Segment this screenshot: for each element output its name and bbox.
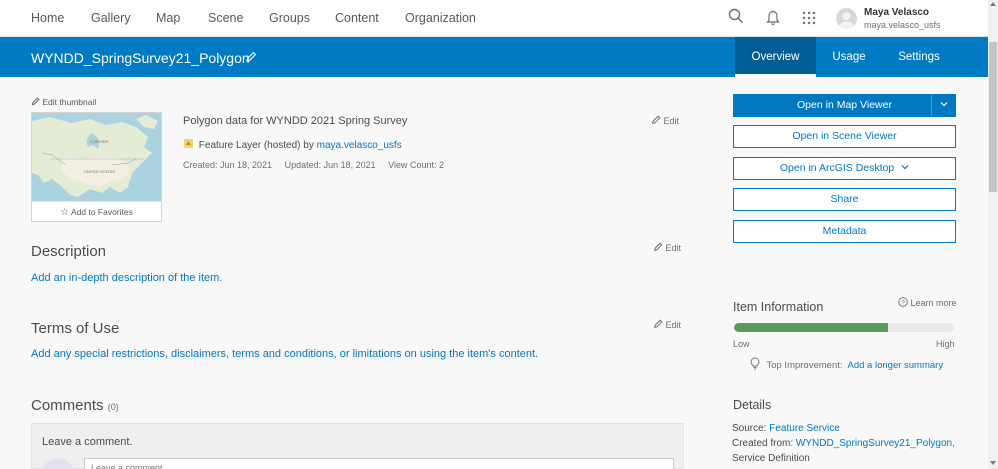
- nav-scene[interactable]: Scene: [208, 11, 243, 25]
- edit-label: Edit: [665, 320, 682, 330]
- description-heading: Description: [31, 243, 107, 260]
- map-viewer-dropdown-button[interactable]: [931, 95, 955, 116]
- details-heading: Details: [733, 398, 772, 412]
- comment-box: Leave a comment.: [31, 423, 684, 469]
- search-icon[interactable]: [728, 8, 744, 27]
- nav-home[interactable]: Home: [31, 11, 64, 25]
- scroll-down-arrow-icon[interactable]: [990, 461, 996, 465]
- created-date: Created: Jun 18, 2021: [183, 160, 273, 170]
- svg-text:CANADA: CANADA: [90, 139, 109, 144]
- learn-more-label: Learn more: [910, 298, 957, 308]
- add-to-favorites-label: Add to Favorites: [70, 207, 133, 217]
- item-information-meter-fill: [734, 323, 888, 332]
- source-label: Source:: [732, 423, 770, 434]
- learn-more-link[interactable]: ? Learn more: [898, 297, 957, 308]
- top-improvement-label: Top Improvement:: [766, 360, 843, 371]
- item-type-line: Feature Layer (hosted) by maya.velasco_u…: [183, 138, 402, 151]
- nav-map[interactable]: Map: [156, 11, 180, 25]
- pencil-icon: [654, 242, 663, 251]
- page-scrollbar[interactable]: [988, 0, 998, 469]
- open-in-map-viewer-button[interactable]: Open in Map Viewer: [733, 94, 956, 117]
- open-map-viewer-label: Open in Map Viewer: [797, 99, 892, 111]
- app-launcher-icon[interactable]: [802, 11, 816, 28]
- item-summary: Polygon data for WYNDD 2021 Spring Surve…: [183, 115, 408, 127]
- add-longer-summary-link[interactable]: Add a longer summary: [848, 360, 944, 371]
- chevron-down-icon: [940, 102, 947, 107]
- source-link[interactable]: Feature Service: [769, 423, 840, 434]
- chevron-down-icon: [901, 165, 909, 170]
- edit-terms-button[interactable]: Edit: [653, 319, 681, 330]
- detail-service-definition: Service Definition: [732, 453, 810, 464]
- item-dates: Created: Jun 18, 2021 Updated: Jun 18, 2…: [183, 160, 444, 170]
- help-circle-icon: ?: [898, 297, 908, 307]
- commenter-avatar: [42, 458, 74, 469]
- top-improvement: Top Improvement: Add a longer summary: [750, 357, 943, 371]
- metadata-button[interactable]: Metadata: [733, 220, 956, 243]
- add-description-link[interactable]: Add an in-depth description of the item.: [31, 272, 222, 284]
- detail-source: Source: Feature Service: [732, 423, 840, 434]
- user-handle: maya.velasco_usfs: [864, 20, 941, 30]
- top-navigation: Home Gallery Map Scene Groups Content Or…: [0, 0, 988, 37]
- thumbnail-map-image: CANADA UNITED STATES: [32, 113, 161, 201]
- svg-text:?: ?: [901, 299, 905, 306]
- created-from-label: Created from:: [732, 438, 796, 449]
- item-information-heading: Item Information: [733, 300, 824, 314]
- pencil-icon: [652, 115, 661, 124]
- terms-heading: Terms of Use: [31, 320, 120, 337]
- updated-date: Updated: Jun 18, 2021: [284, 160, 376, 170]
- user-avatar[interactable]: [836, 8, 857, 29]
- share-button[interactable]: Share: [733, 188, 956, 211]
- pencil-icon: [31, 97, 40, 106]
- tab-overview[interactable]: Overview: [735, 37, 816, 77]
- tab-settings[interactable]: Settings: [882, 37, 956, 77]
- scroll-up-arrow-icon[interactable]: [990, 2, 996, 6]
- item-thumbnail: CANADA UNITED STATES ☆ Add to Favorites: [31, 112, 162, 222]
- pencil-icon: [654, 319, 663, 328]
- edit-description-button[interactable]: Edit: [653, 242, 681, 253]
- comments-heading: Comments (0): [31, 397, 119, 414]
- nav-content[interactable]: Content: [335, 11, 379, 25]
- add-to-favorites-button[interactable]: ☆ Add to Favorites: [32, 201, 161, 221]
- detail-created-from: Created from: WYNDD_SpringSurvey21_Polyg…: [732, 438, 955, 449]
- open-in-arcgis-desktop-button[interactable]: Open in ArcGIS Desktop: [733, 157, 956, 180]
- owner-link[interactable]: maya.velasco_usfs: [317, 140, 402, 151]
- comment-count: (0): [107, 402, 119, 412]
- edit-thumbnail-link[interactable]: Edit thumbnail: [31, 97, 96, 107]
- meter-high-label: High: [936, 339, 955, 349]
- edit-label: Edit: [663, 116, 680, 126]
- leave-comment-label: Leave a comment.: [42, 436, 133, 448]
- feature-layer-icon: [184, 139, 193, 148]
- created-from-link[interactable]: WYNDD_SpringSurvey21_Polygon,: [796, 438, 955, 449]
- edit-thumbnail-label: Edit thumbnail: [42, 97, 97, 107]
- star-icon: ☆: [60, 207, 70, 218]
- nav-groups[interactable]: Groups: [269, 11, 310, 25]
- edit-label: Edit: [665, 243, 682, 253]
- item-title: WYNDD_SpringSurvey21_Polygon: [31, 50, 250, 66]
- edit-summary-button[interactable]: Edit: [651, 115, 679, 126]
- tab-usage[interactable]: Usage: [816, 37, 882, 77]
- bell-icon[interactable]: [766, 10, 780, 29]
- item-type-label: Feature Layer (hosted) by: [198, 140, 317, 151]
- item-title-bar: WYNDD_SpringSurvey21_Polygon Overview Us…: [0, 37, 988, 77]
- lightbulb-icon: [750, 357, 760, 370]
- meter-low-label: Low: [733, 339, 750, 349]
- scroll-thumb[interactable]: [989, 42, 997, 192]
- nav-gallery[interactable]: Gallery: [91, 11, 131, 25]
- item-information-meter: [734, 323, 954, 332]
- view-count: View Count: 2: [388, 160, 445, 170]
- comments-title: Comments: [31, 397, 104, 414]
- svg-text:UNITED STATES: UNITED STATES: [84, 169, 115, 174]
- user-name[interactable]: Maya Velasco: [864, 7, 929, 18]
- nav-organization[interactable]: Organization: [405, 11, 476, 25]
- open-arcgis-desktop-label: Open in ArcGIS Desktop: [779, 162, 895, 174]
- comment-input[interactable]: [84, 458, 674, 469]
- open-in-scene-viewer-button[interactable]: Open in Scene Viewer: [733, 125, 956, 148]
- add-terms-link[interactable]: Add any special restrictions, disclaimer…: [31, 348, 538, 360]
- edit-title-pencil-icon[interactable]: [245, 51, 257, 66]
